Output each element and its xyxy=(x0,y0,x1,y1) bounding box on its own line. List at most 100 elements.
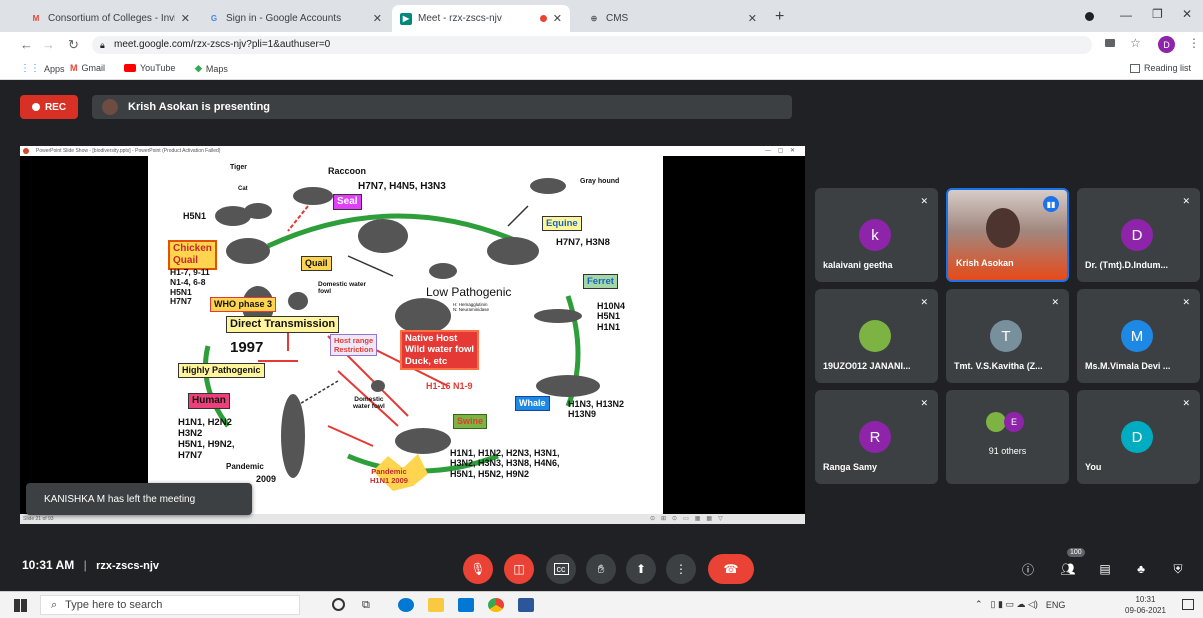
powerpoint-statusbar: Slide 21 of 93 ⊙⊞⊙▭▦▦▽ xyxy=(20,514,805,524)
bookmark-maps[interactable]: ◆ Maps xyxy=(195,63,228,74)
bookmark-apps[interactable]: ⋮⋮ Apps xyxy=(20,63,65,74)
recording-dot-icon xyxy=(539,15,547,22)
label-domestic-water-fowl: Domestic water fowl xyxy=(318,281,367,296)
maximize-button[interactable]: ❐ xyxy=(1152,7,1163,21)
chrome-icon[interactable] xyxy=(488,598,504,612)
whale-silhouette xyxy=(536,375,600,397)
store-icon[interactable] xyxy=(458,598,474,612)
participant-tile[interactable]: ✕ 19UZO012 JANANI... xyxy=(815,289,938,383)
red-arrow xyxy=(327,425,374,447)
chat-icon: ▤ xyxy=(1099,562,1111,576)
participant-name: kalaivani geetha xyxy=(823,260,893,270)
close-window-button[interactable]: ✕ xyxy=(1182,7,1192,21)
present-button[interactable]: ⬆ xyxy=(626,554,656,584)
cortana-icon[interactable] xyxy=(332,598,345,611)
mic-off-icon: ✕ xyxy=(920,196,928,206)
close-icon[interactable]: ✕ xyxy=(181,12,190,25)
label-equine-strains: H7N7, H3N8 xyxy=(556,237,610,248)
media-indicator-icon[interactable] xyxy=(1085,12,1094,21)
bookmark-youtube[interactable]: YouTube xyxy=(124,63,175,73)
label-pandemic: Pandemic xyxy=(226,462,264,471)
photo-avatar xyxy=(859,320,891,352)
host-controls-button[interactable]: ⛨ xyxy=(1163,554,1193,584)
reading-list-button[interactable]: Reading list xyxy=(1130,63,1191,73)
participant-tile[interactable]: ✕ D Dr. (Tmt).D.Indum... xyxy=(1077,188,1200,282)
toast-text: KANISHKA M has left the meeting xyxy=(44,493,196,505)
app-icon[interactable] xyxy=(518,598,534,612)
close-icon[interactable]: ✕ xyxy=(373,12,382,25)
mic-toggle-button[interactable]: 🎙︎ xyxy=(463,554,493,584)
chevron-up-icon[interactable]: ⌃ xyxy=(975,599,983,610)
record-dot-icon xyxy=(31,103,40,111)
activities-button[interactable]: ♣︎ xyxy=(1126,554,1156,584)
hand-icon: ✋︎ xyxy=(597,561,605,576)
minimize-button[interactable]: — xyxy=(1120,8,1132,22)
cycle-arc-left xyxy=(203,345,231,428)
new-tab-button[interactable]: + xyxy=(775,8,784,26)
label-human-strains: H1N1, H2N2 H3N2 H5N1, H9N2, H7N7 xyxy=(178,417,235,461)
file-explorer-icon[interactable] xyxy=(428,598,444,612)
notifications-icon[interactable] xyxy=(1182,599,1194,610)
camera-toggle-button[interactable]: ◫ xyxy=(504,554,534,584)
captions-button[interactable]: cc xyxy=(546,554,576,584)
participant-tile[interactable]: ✕ M Ms.M.Vimala Devi ... xyxy=(1077,289,1200,383)
address-bar[interactable]: 🔒︎ meet.google.com/rzx-zscs-njv?pli=1&au… xyxy=(92,36,1092,54)
participant-name: Dr. (Tmt).D.Indum... xyxy=(1085,260,1168,270)
avatar: D xyxy=(1121,219,1153,251)
duck-silhouette xyxy=(395,298,451,334)
label-raccoon: Raccoon xyxy=(328,166,367,176)
tray-date: 09-06-2021 xyxy=(1125,606,1166,615)
self-tile[interactable]: ✕ D You xyxy=(1077,390,1200,484)
avatar: D xyxy=(1121,421,1153,453)
back-icon[interactable]: ← xyxy=(20,37,33,52)
meeting-info-button[interactable]: ⓘ xyxy=(1013,554,1043,584)
more-options-button[interactable]: ⋮ xyxy=(666,554,696,584)
url-text: meet.google.com/rzx-zscs-njv?pli=1&authu… xyxy=(114,39,331,50)
participant-tile[interactable]: ✕ k kalaivani geetha xyxy=(815,188,938,282)
box-whale: Whale xyxy=(515,396,550,411)
tab-gmail[interactable]: M Consortium of Colleges - Invitati ✕ xyxy=(22,5,198,32)
label-h5n1: H5N1 xyxy=(183,211,207,221)
label-2009: 2009 xyxy=(256,474,277,484)
forward-icon[interactable]: → xyxy=(42,37,55,52)
close-icon[interactable]: ✕ xyxy=(748,12,757,25)
slideshow-controls: ⊙⊞⊙▭▦▦▽ xyxy=(650,516,729,522)
raise-hand-button[interactable]: ✋︎ xyxy=(586,554,616,584)
maps-icon: ◆ xyxy=(195,63,202,73)
tab-cms[interactable]: ⊕ CMS ✕ xyxy=(580,5,765,32)
chat-button[interactable]: ▤ xyxy=(1090,554,1120,584)
box-seal: Seal xyxy=(333,194,362,210)
meeting-details: 10:31 AM | rzx-zscs-njv xyxy=(22,558,159,572)
participant-tile[interactable]: ✕ R Ranga Samy xyxy=(815,390,938,484)
language-indicator[interactable]: ENG xyxy=(1046,600,1066,610)
label-h1-16: H1-16 N1-9 xyxy=(426,381,473,391)
bookmark-label: Gmail xyxy=(81,63,106,73)
search-icon: ⌕ xyxy=(51,598,58,611)
star-icon[interactable]: ☆ xyxy=(1130,36,1141,50)
profile-avatar[interactable]: D xyxy=(1158,36,1175,53)
taskbar-search[interactable]: ⌕ Type here to search xyxy=(40,595,300,615)
windows-start-icon[interactable] xyxy=(14,599,27,612)
tab-meet[interactable]: ▶ Meet - rzx-zscs-njv ✕ xyxy=(392,5,570,32)
box-direct-transmission: Direct Transmission xyxy=(226,316,340,334)
tab-google-accounts[interactable]: G Sign in - Google Accounts ✕ xyxy=(200,5,390,32)
close-icon[interactable]: ✕ xyxy=(553,12,562,25)
menu-kebab-icon[interactable]: ⋮ xyxy=(1188,36,1200,50)
edge-icon[interactable] xyxy=(398,598,414,612)
others-avatar: E xyxy=(1004,412,1024,432)
others-tile[interactable]: E 91 others xyxy=(946,390,1069,484)
label-cat: Cat xyxy=(238,186,248,192)
task-view-icon[interactable]: ⧉ xyxy=(362,599,370,612)
system-clock[interactable]: 10:31 09-06-2021 xyxy=(1125,594,1166,616)
label-pandemic-h1n1: Pandemic H1N1 2009 xyxy=(370,467,408,485)
participant-tile[interactable]: ✕ T Tmt. V.S.Kavitha (Z... xyxy=(946,289,1069,383)
reload-icon[interactable]: ↻ xyxy=(68,37,79,53)
participant-tile-presenter[interactable]: ▮▮ Krish Asokan xyxy=(946,188,1069,282)
leave-call-button[interactable]: ☎︎ xyxy=(708,554,754,584)
label-tiger: Tiger xyxy=(230,164,247,171)
tray-icons[interactable]: ▯ ▮ ▭ ☁ ◁) xyxy=(991,599,1038,610)
people-button[interactable]: 👥︎ 100 xyxy=(1053,548,1085,584)
camera-icon[interactable] xyxy=(1105,39,1115,47)
bookmark-gmail[interactable]: M Gmail xyxy=(70,63,105,73)
greyhound-silhouette xyxy=(530,178,566,194)
